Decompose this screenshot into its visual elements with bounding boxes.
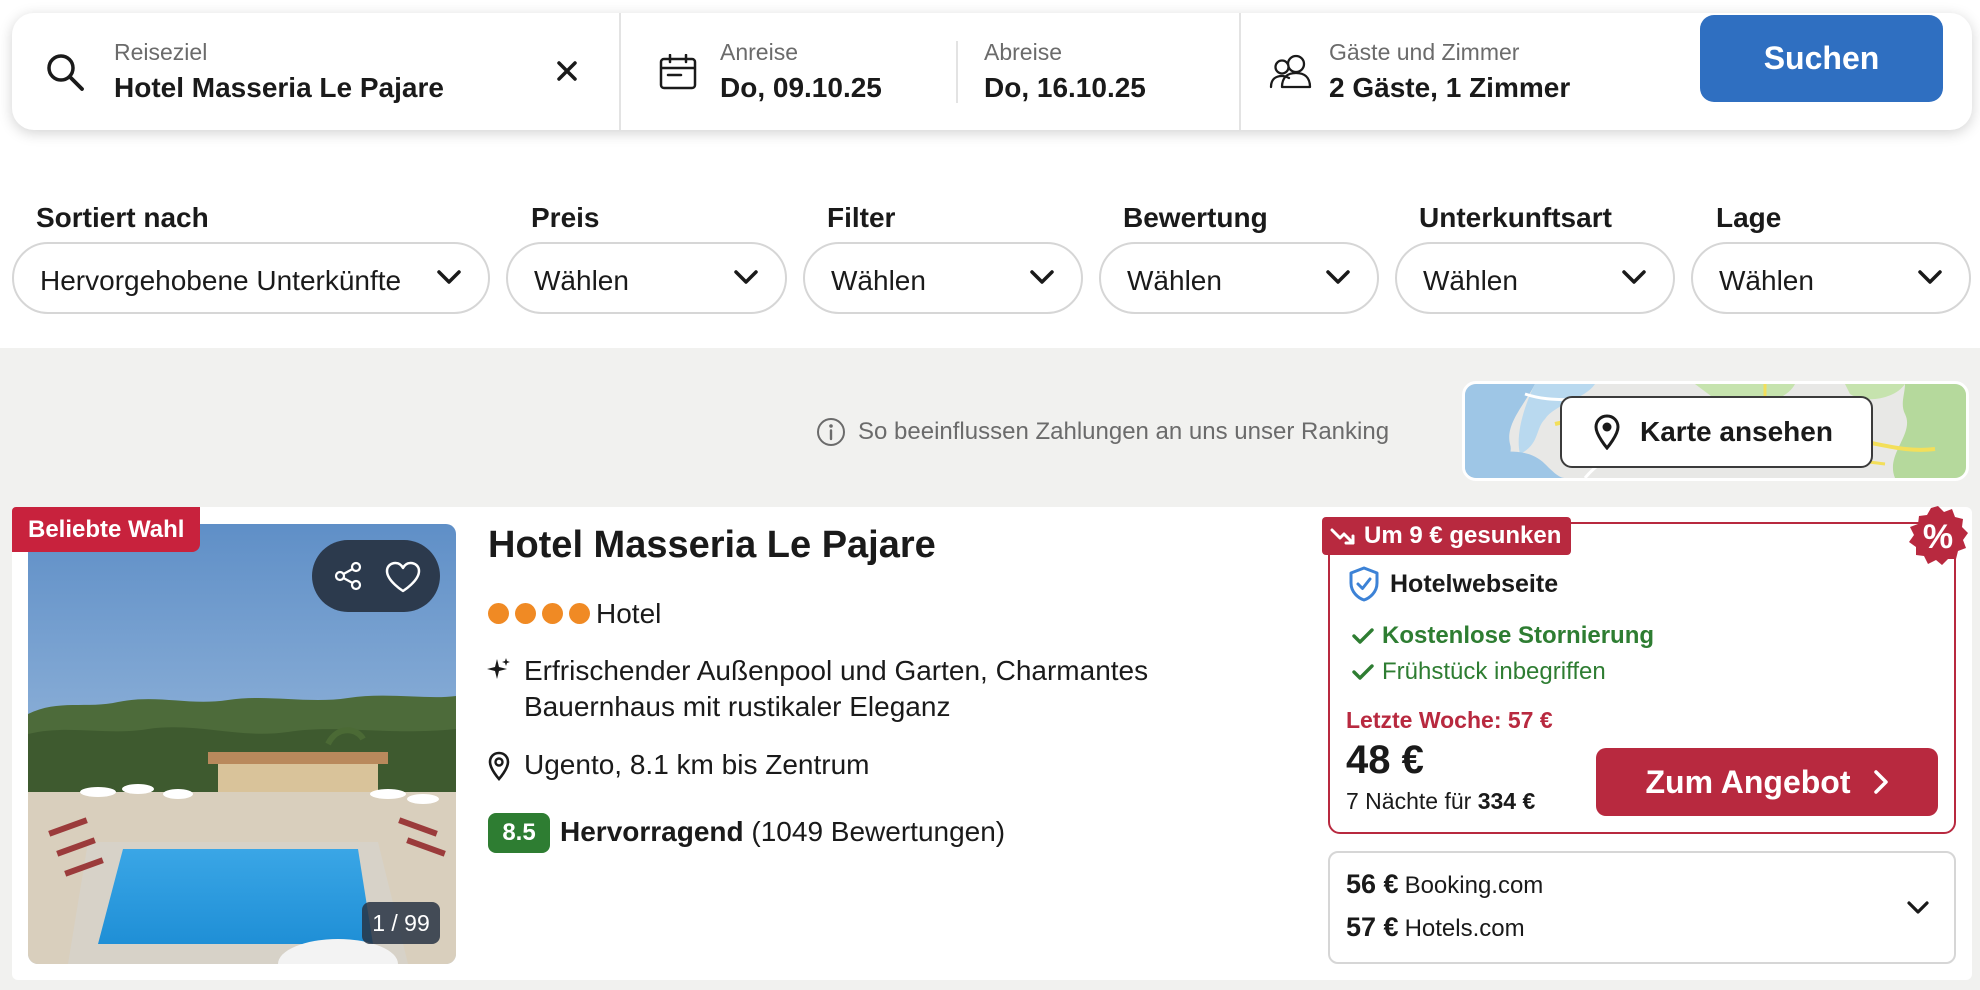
checkin-field[interactable]: Anreise Do, 09.10.25 <box>621 13 966 130</box>
map-pin-icon <box>1594 414 1620 450</box>
hotel-highlights: Erfrischender Außenpool und Garten, Char… <box>524 655 1149 722</box>
view-map-button[interactable]: Karte ansehen <box>1560 396 1873 468</box>
chevron-down-icon <box>1622 270 1646 284</box>
chevron-down-icon <box>1030 270 1054 284</box>
filter-label-rating: Bewertung <box>1123 202 1268 233</box>
chevron-down-icon <box>1918 270 1942 284</box>
star-icon <box>488 603 509 624</box>
other-price: 57 € <box>1346 912 1399 942</box>
hotel-name[interactable]: Hotel Masseria Le Pajare <box>488 524 936 567</box>
hotel-type: Hotel <box>596 598 662 629</box>
chevron-down-icon[interactable] <box>1906 898 1930 916</box>
trend-down-icon <box>1330 528 1355 545</box>
filter-label-sort: Sortiert nach <box>36 202 209 233</box>
total-prefix: 7 Nächte für <box>1346 788 1472 814</box>
ranking-note-text: So beeinflussen Zahlungen an uns unser R… <box>858 418 1390 445</box>
calendar-icon <box>659 54 697 90</box>
view-deal-button[interactable]: Zum Angebot <box>1596 748 1938 816</box>
sort-dropdown[interactable]: Hervorgehobene Unterkünfte <box>12 242 490 314</box>
filter-label-price: Preis <box>531 202 600 233</box>
photo-actions <box>312 540 440 612</box>
free-cancellation: Kostenlose Stornierung <box>1382 622 1655 649</box>
check-icon <box>1352 628 1374 644</box>
chevron-down-icon <box>734 270 758 284</box>
location-pin-icon <box>488 751 510 781</box>
price-dropdown-value: Wählen <box>534 265 629 296</box>
heart-icon[interactable] <box>384 560 422 594</box>
other-price-provider: Hotels.com <box>1404 915 1525 942</box>
guests-field[interactable]: Gäste und Zimmer 2 Gäste, 1 Zimmer <box>1241 13 1701 130</box>
filter-dropdown[interactable]: Wählen <box>803 242 1083 314</box>
destination-value[interactable]: Hotel Masseria Le Pajare <box>114 72 444 104</box>
checkout-value[interactable]: Do, 16.10.25 <box>984 72 1146 104</box>
filter-label-filter: Filter <box>827 202 896 233</box>
discount-symbol: % <box>1923 518 1953 556</box>
shield-icon <box>1349 566 1379 602</box>
chevron-down-icon <box>437 270 461 284</box>
discount-badge-icon: % <box>1909 506 1968 565</box>
review-score-badge: 8.5 <box>488 813 550 853</box>
view-map-label: Karte ansehen <box>1640 416 1833 447</box>
destination-field[interactable]: Reiseziel Hotel Masseria Le Pajare <box>12 13 619 130</box>
rating-word: Hervorragend <box>560 816 744 847</box>
review-summary[interactable]: Hervorragend (1049 Bewertungen) <box>560 816 1005 848</box>
clear-icon[interactable] <box>556 60 578 82</box>
star-icon <box>569 603 590 624</box>
star-icon <box>542 603 563 624</box>
total-price: 7 Nächte für 334 € <box>1346 788 1535 815</box>
sort-dropdown-value: Hervorgehobene Unterkünfte <box>40 265 402 296</box>
filter-label-property-type: Unterkunftsart <box>1419 202 1612 233</box>
other-price-row[interactable]: 57 € Hotels.com <box>1346 912 1525 943</box>
filter-label-location: Lage <box>1716 202 1782 233</box>
checkout-label: Abreise <box>984 39 1062 65</box>
share-icon[interactable] <box>332 560 364 592</box>
nightly-price: 48 € <box>1346 738 1424 782</box>
destination-label: Reiseziel <box>114 39 208 65</box>
property-type-dropdown[interactable]: Wählen <box>1395 242 1675 314</box>
review-count: (1049 Bewertungen) <box>751 816 1006 847</box>
other-price: 56 € <box>1346 869 1399 899</box>
other-prices[interactable] <box>1328 851 1956 964</box>
other-price-row[interactable]: 56 € Booking.com <box>1346 869 1543 900</box>
price-dropdown[interactable]: Wählen <box>506 242 787 314</box>
chevron-down-icon <box>1326 270 1350 284</box>
property-type-dropdown-value: Wählen <box>1423 265 1518 296</box>
search-button[interactable]: Suchen <box>1700 15 1943 102</box>
star-icon <box>515 603 536 624</box>
photo-counter: 1 / 99 <box>362 902 440 944</box>
location-dropdown-value: Wählen <box>1719 265 1814 296</box>
other-price-provider: Booking.com <box>1404 872 1544 899</box>
guests-label: Gäste und Zimmer <box>1329 39 1520 65</box>
ranking-info-link[interactable]: So beeinflussen Zahlungen an uns unser R… <box>816 415 1389 449</box>
price-drop-text: Um 9 € gesunken <box>1364 522 1562 549</box>
rating-dropdown-value: Wählen <box>1127 265 1222 296</box>
star-rating <box>488 603 590 624</box>
checkin-value[interactable]: Do, 09.10.25 <box>720 72 882 104</box>
price-drop-badge: Um 9 € gesunken <box>1322 517 1572 555</box>
offer-provider: Hotelwebseite <box>1390 570 1559 598</box>
total-value: 334 € <box>1477 788 1536 814</box>
filter-dropdown-value: Wählen <box>831 265 926 296</box>
guests-icon <box>1269 54 1312 89</box>
popular-choice-badge: Beliebte Wahl <box>12 507 201 552</box>
view-deal-label: Zum Angebot <box>1645 763 1851 800</box>
checkin-label: Anreise <box>720 39 798 65</box>
search-bar: Reiseziel Hotel Masseria Le Pajare Anrei… <box>12 13 1972 130</box>
chevron-right-icon <box>1873 770 1888 794</box>
last-week-price: Letzte Woche: 57 € <box>1346 707 1553 733</box>
location-dropdown[interactable]: Wählen <box>1691 242 1971 314</box>
guests-value[interactable]: 2 Gäste, 1 Zimmer <box>1329 72 1570 104</box>
search-icon <box>47 54 84 91</box>
rating-dropdown[interactable]: Wählen <box>1099 242 1379 314</box>
sparkle-icon <box>487 658 510 679</box>
hotel-location[interactable]: Ugento, 8.1 km bis Zentrum <box>524 749 869 781</box>
check-icon <box>1352 664 1374 680</box>
info-icon <box>817 418 845 446</box>
breakfast-included: Frühstück inbegriffen <box>1382 658 1606 685</box>
checkout-field[interactable]: Abreise Do, 16.10.25 <box>958 13 1250 130</box>
